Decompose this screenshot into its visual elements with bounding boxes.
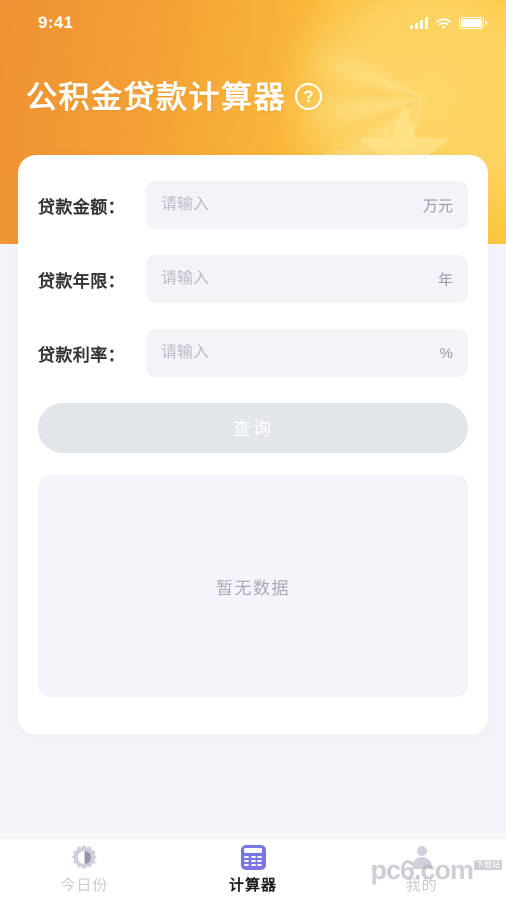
loan-term-input[interactable] (161, 270, 430, 288)
app-screen: 9:41 公积金贷款计算器 ? 贷款金额： 万元 (0, 0, 506, 900)
field-row-loan-term: 贷款年限： 年 (38, 255, 468, 303)
brightness-sun-icon (71, 844, 97, 870)
label-loan-amount: 贷款金额： (38, 197, 125, 217)
status-bar: 9:41 (0, 0, 506, 46)
label-loan-rate: 贷款利率： (38, 345, 125, 365)
empty-state-text: 暂无数据 (216, 578, 290, 598)
battery-full-icon (459, 17, 487, 29)
tab-label-today: 今日份 (60, 876, 109, 894)
loan-amount-input[interactable] (161, 196, 415, 214)
unit-loan-rate: % (439, 344, 453, 362)
result-empty-panel: 暂无数据 (38, 475, 468, 697)
page-title-row: 公积金贷款计算器 ? (0, 72, 506, 117)
loan-rate-input[interactable] (161, 344, 432, 362)
field-row-loan-amount: 贷款金额： 万元 (38, 181, 468, 229)
unit-loan-amount: 万元 (422, 197, 453, 215)
query-button[interactable]: 查询 (38, 403, 468, 453)
bottom-tab-bar: 今日份 计算器 我的 (0, 838, 506, 900)
status-bar-icons (410, 17, 487, 30)
unit-loan-term: 年 (437, 271, 453, 289)
input-wrapper-loan-amount[interactable]: 万元 (146, 181, 468, 229)
tab-label-calculator: 计算器 (229, 876, 278, 894)
tab-today[interactable]: 今日份 (0, 839, 169, 900)
signal-bars-icon (410, 17, 428, 29)
tab-calculator[interactable]: 计算器 (169, 839, 338, 900)
input-wrapper-loan-term[interactable]: 年 (146, 255, 468, 303)
calculator-card: 贷款金额： 万元 贷款年限： 年 贷款利率： % 查询 暂无数 (18, 155, 488, 735)
status-bar-time: 9:41 (38, 13, 74, 32)
calculator-icon (240, 844, 266, 870)
wifi-icon (436, 17, 451, 29)
label-loan-term: 贷款年限： (38, 271, 125, 291)
tab-label-mine: 我的 (405, 876, 438, 894)
page-title: 公积金贷款计算器 (26, 80, 286, 115)
question-mark-circle-icon[interactable]: ? (295, 83, 322, 110)
tab-mine[interactable]: 我的 (337, 839, 506, 900)
input-wrapper-loan-rate[interactable]: % (146, 329, 468, 377)
user-person-icon (409, 845, 434, 870)
field-row-loan-rate: 贷款利率： % (38, 329, 468, 377)
